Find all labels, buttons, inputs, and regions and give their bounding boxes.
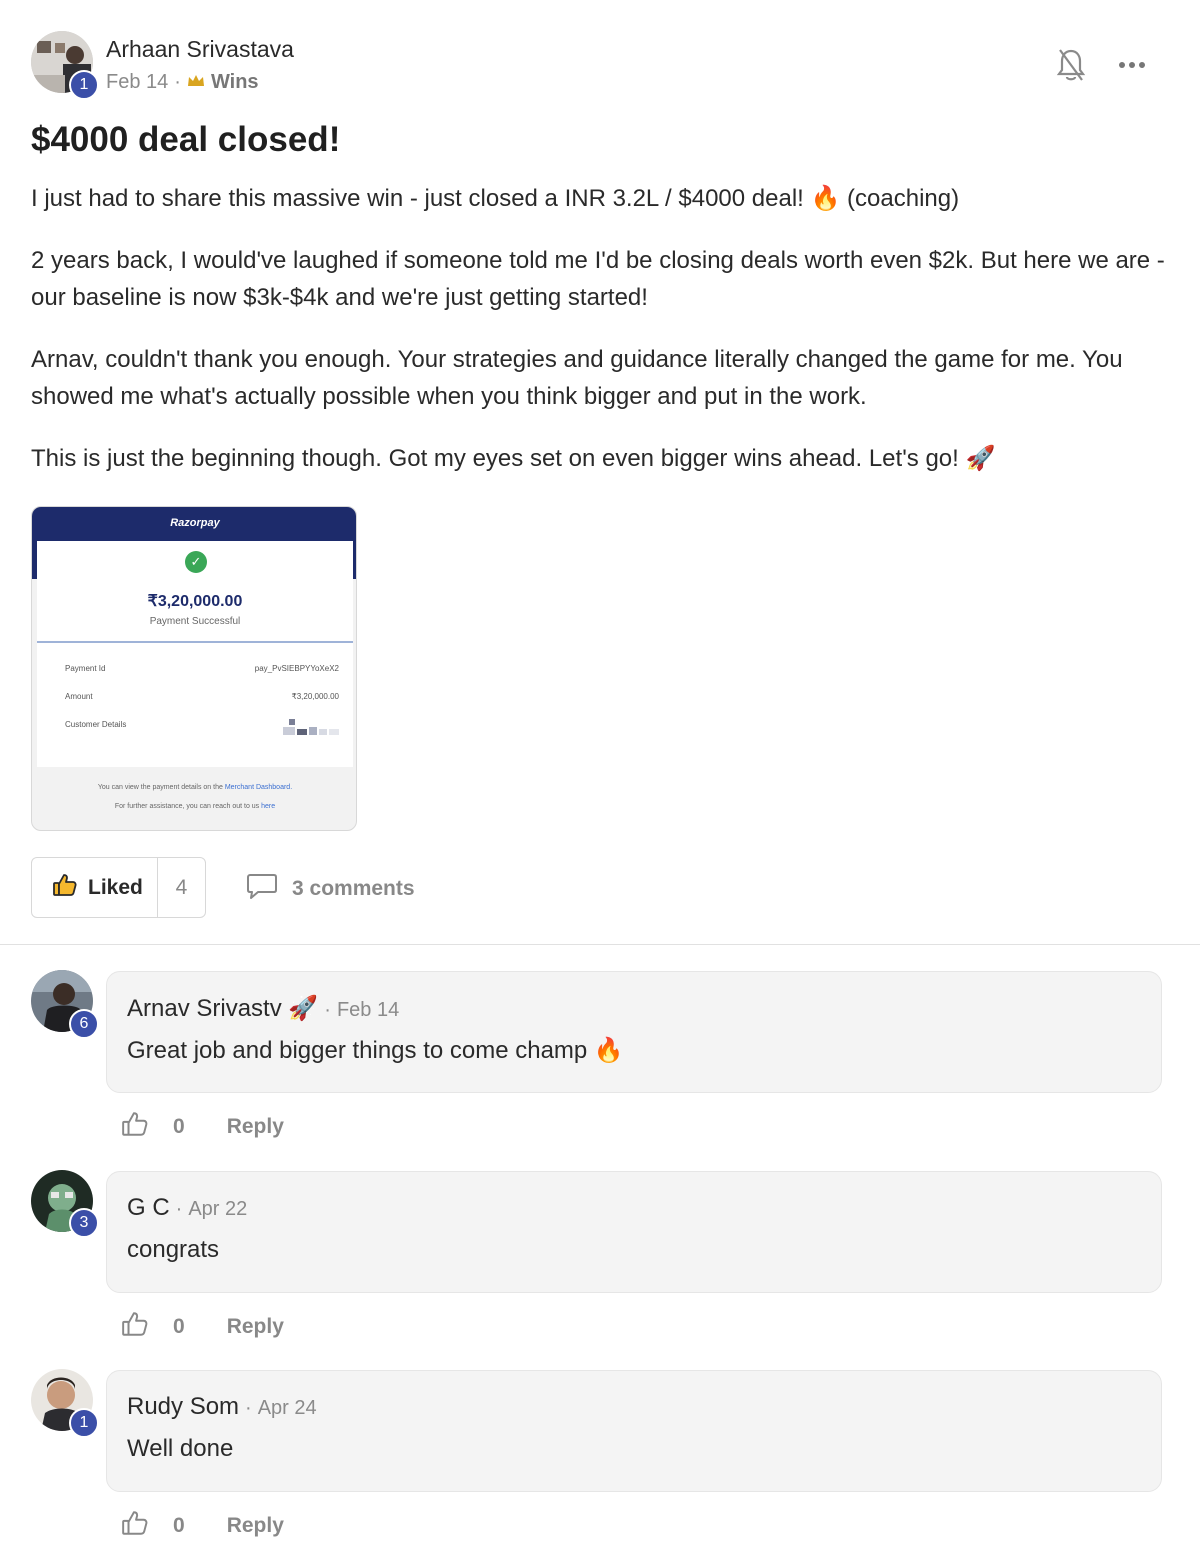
comment-date: Apr 24 (257, 1397, 317, 1419)
thumbs-up-icon[interactable] (121, 1310, 149, 1343)
chat-bubble-icon (246, 872, 278, 906)
crown-icon (187, 73, 205, 93)
receipt-details: Payment Id pay_PvSIEBPYYoXeX2 Amount ₹3,… (37, 641, 353, 767)
comments-count-label: 3 comments (292, 877, 415, 900)
receipt-summary: ✓ ₹3,20,000.00 Payment Successful (37, 541, 353, 641)
footer-1-text: You can view the payment details on the (97, 784, 223, 791)
merchant-dashboard-link: Merchant Dashboard. (224, 784, 293, 791)
receipt-status: Payment Successful (149, 616, 241, 627)
liked-label: Liked (88, 875, 143, 899)
author-level-badge: 1 (69, 70, 99, 100)
like-count[interactable]: 4 (158, 876, 205, 900)
commenter-name[interactable]: Rudy Som (127, 1393, 239, 1421)
comment-actions: 0 Reply (121, 1310, 284, 1343)
comment-actions: 0 Reply (121, 1509, 284, 1542)
commenter-level-badge: 3 (69, 1208, 99, 1238)
comment-like-count[interactable]: 0 (173, 1315, 185, 1339)
comment-date-separator: · (324, 999, 331, 1021)
thumbs-up-icon (52, 872, 78, 903)
razorpay-logo: Razorpay (170, 517, 220, 529)
payment-id-value: pay_PvSIEBPYYoXeX2 (254, 664, 339, 673)
amount-value: ₹3,20,000.00 (291, 692, 339, 701)
comment-like-count[interactable]: 0 (173, 1514, 185, 1538)
comment-like-count[interactable]: 0 (173, 1115, 185, 1139)
help-link: here (261, 803, 276, 810)
post-title: $4000 deal closed! (31, 120, 341, 159)
footer-2-text: For further assistance, you can reach ou… (114, 803, 260, 810)
divider (0, 944, 1200, 945)
comment-header: G C · Apr 22 (127, 1194, 247, 1222)
comment: Arnav Srivastv 🚀 · Feb 14 Great job and … (106, 971, 1162, 1093)
comment-date-separator: · (175, 1198, 183, 1220)
bell-off-icon[interactable] (1054, 46, 1088, 84)
meta-separator: · (174, 71, 181, 93)
commenter-name[interactable]: Arnav Srivastv 🚀 (127, 994, 318, 1023)
payment-id-label: Payment Id (65, 664, 106, 673)
more-horizontal-icon[interactable] (1114, 50, 1150, 80)
comment-actions: 0 Reply (121, 1110, 284, 1143)
receipt-footer-line-2: For further assistance, you can reach ou… (32, 803, 356, 810)
post-meta: Feb 14 · Wins (106, 71, 259, 94)
comment: G C · Apr 22 congrats (106, 1171, 1162, 1293)
thumbs-up-icon[interactable] (121, 1509, 149, 1542)
customer-details-redacted (283, 719, 339, 739)
post-paragraph: I just had to share this massive win - j… (31, 185, 960, 212)
like-toggle[interactable]: Liked (32, 858, 158, 917)
post-category[interactable]: Wins (211, 71, 259, 94)
comment-header: Arnav Srivastv 🚀 · Feb 14 (127, 994, 399, 1023)
reply-button[interactable]: Reply (227, 1315, 284, 1339)
check-circle-icon: ✓ (185, 551, 207, 573)
commenter-level-badge: 1 (69, 1408, 99, 1438)
like-button[interactable]: Liked 4 (31, 857, 206, 918)
post-body: I just had to share this massive win - j… (31, 180, 1171, 502)
commenter-level-badge: 6 (69, 1009, 99, 1039)
comment-header: Rudy Som · Apr 24 (127, 1393, 317, 1421)
payment-receipt-image[interactable]: Razorpay ✓ ₹3,20,000.00 Payment Successf… (31, 506, 357, 831)
comment-text: congrats (127, 1236, 220, 1263)
comment-date-separator: · (245, 1397, 252, 1419)
comment: Rudy Som · Apr 24 Well done (106, 1370, 1162, 1492)
customer-details-label: Customer Details (65, 720, 127, 729)
author-name[interactable]: Arhaan Srivastava (106, 36, 294, 63)
reply-button[interactable]: Reply (227, 1115, 284, 1139)
reply-button[interactable]: Reply (227, 1514, 284, 1538)
comment-date: Feb 14 (336, 999, 400, 1021)
amount-label: Amount (65, 692, 93, 701)
comment-date: Apr 22 (188, 1198, 248, 1220)
thumbs-up-icon[interactable] (121, 1110, 149, 1143)
post-paragraph: 2 years back, I would've laughed if some… (31, 247, 1165, 311)
comments-button[interactable]: 3 comments (246, 872, 415, 906)
post-paragraph: Arnav, couldn't thank you enough. Your s… (31, 346, 1123, 410)
receipt-footer-line-1: You can view the payment details on the … (32, 784, 356, 791)
comment-text: Well done (127, 1435, 234, 1462)
post-date: Feb 14 (106, 71, 169, 93)
comment-text: Great job and bigger things to come cham… (127, 1037, 624, 1064)
commenter-name[interactable]: G C (127, 1194, 170, 1222)
receipt-amount: ₹3,20,000.00 (147, 593, 243, 610)
post-paragraph: This is just the beginning though. Got m… (31, 445, 996, 472)
